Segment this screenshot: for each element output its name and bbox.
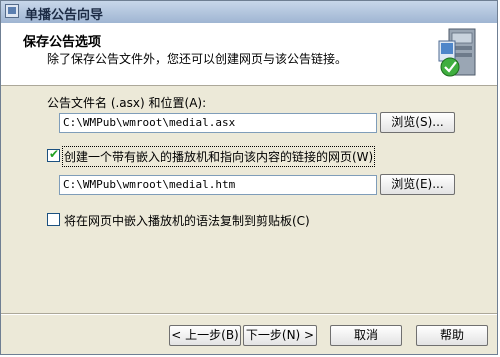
help-button[interactable]: 帮助 xyxy=(416,325,488,346)
wizard-window-icon xyxy=(5,4,19,18)
title-bar: 单播公告向导 xyxy=(1,1,497,24)
cancel-button[interactable]: 取消 xyxy=(330,325,402,346)
checkmark-icon: ✔ xyxy=(49,147,60,161)
copy-syntax-label[interactable]: 将在网页中嵌入播放机的语法复制到剪贴板(C) xyxy=(64,212,310,229)
create-webpage-checkbox[interactable]: ✔ xyxy=(47,147,60,162)
wizard-window: 单播公告向导 保存公告选项 除了保存公告文件外，您还可以创建网页与该公告链接。 … xyxy=(0,0,498,355)
back-button[interactable]: < 上一步(B) xyxy=(169,325,241,346)
create-webpage-label[interactable]: 创建一个带有嵌入的播放机和指向该内容的链接的网页(W) xyxy=(61,146,376,167)
wizard-body: 公告文件名 (.asx) 和位置(A): C:\WMPub\wmroot\med… xyxy=(1,86,497,308)
next-button[interactable]: 下一步(N) > xyxy=(243,325,317,346)
server-with-checkmark-icon xyxy=(438,28,476,77)
browse-asx-button[interactable]: 浏览(S)... xyxy=(380,112,455,133)
page-subtitle: 除了保存公告文件外，您还可以创建网页与该公告链接。 xyxy=(47,52,348,66)
browse-htm-button[interactable]: 浏览(E)... xyxy=(380,174,455,195)
page-title: 保存公告选项 xyxy=(23,35,102,50)
announcement-file-label: 公告文件名 (.asx) 和位置(A): xyxy=(47,96,207,110)
copy-syntax-checkbox[interactable] xyxy=(47,213,60,226)
window-title: 单播公告向导 xyxy=(25,8,104,23)
announcement-file-path-input[interactable]: C:\WMPub\wmroot\medial.asx xyxy=(59,113,377,133)
wizard-header: 保存公告选项 除了保存公告文件外，您还可以创建网页与该公告链接。 xyxy=(1,23,497,86)
webpage-path-input[interactable]: C:\WMPub\wmroot\medial.htm xyxy=(59,175,377,195)
footer-divider xyxy=(1,313,497,315)
